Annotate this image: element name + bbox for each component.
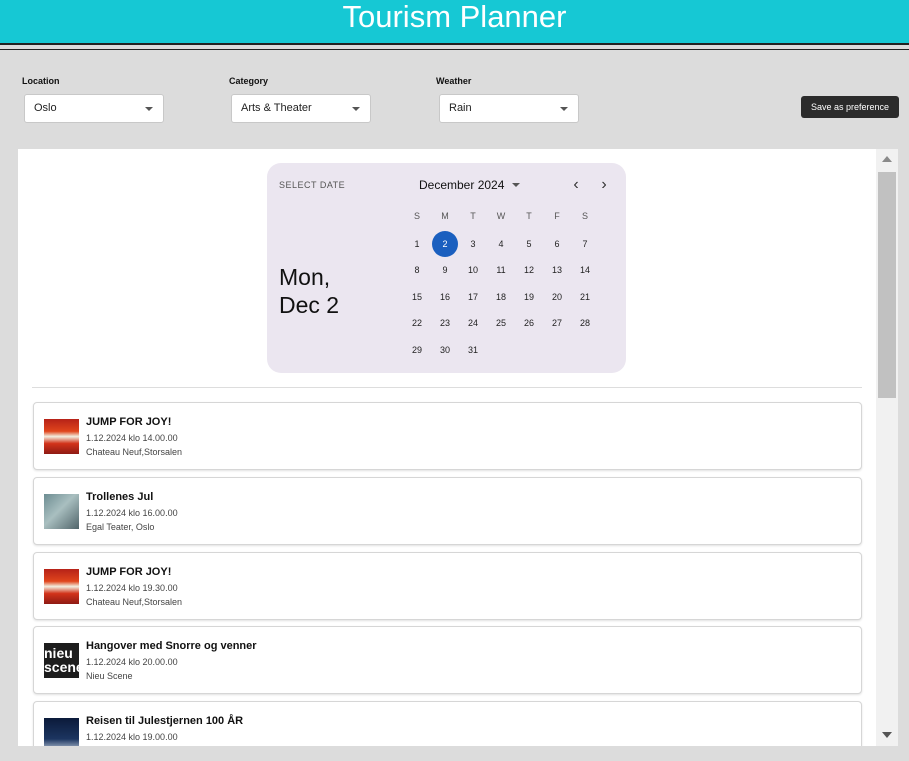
event-title: Reisen til Julestjernen 100 ÅR: [86, 715, 244, 727]
calendar-day[interactable]: 13: [544, 257, 570, 283]
event-title: JUMP FOR JOY!: [86, 566, 172, 578]
calendar-day[interactable]: 29: [404, 337, 430, 363]
calendar-day[interactable]: 1: [404, 231, 430, 257]
event-venue: Chateau Neuf,Storsalen: [86, 447, 183, 457]
weekday-header: T: [470, 211, 476, 221]
calendar-day[interactable]: 30: [432, 337, 458, 363]
next-month-button[interactable]: ›: [596, 176, 612, 194]
event-card[interactable]: JUMP FOR JOY! 1.12.2024 klo 14.00.00 Chate…: [33, 402, 862, 470]
weekday-header: S: [413, 211, 420, 221]
chevron-down-icon: [352, 107, 360, 111]
prev-month-button[interactable]: ‹: [568, 176, 584, 194]
scroll-thumb[interactable]: [878, 172, 896, 398]
selected-month-day: Dec 2: [279, 292, 340, 318]
event-thumbnail: [44, 419, 79, 454]
event-thumbnail: [44, 569, 79, 604]
save-preference-button[interactable]: Save as preference: [801, 96, 899, 118]
calendar-day[interactable]: 6: [544, 231, 570, 257]
event-venue: Nieu Scene: [86, 671, 133, 681]
selected-weekday: Mon,: [279, 264, 331, 290]
calendar-day[interactable]: 20: [544, 284, 570, 310]
calendar-day[interactable]: 23: [432, 310, 458, 336]
chevron-down-icon[interactable]: [512, 183, 520, 187]
event-card[interactable]: Reisen til Julestjernen 100 ÅR 1.12.2024 …: [33, 701, 862, 746]
event-title: Hangover med Snorre og venner: [86, 640, 257, 652]
weather-value: Rain: [449, 102, 472, 114]
scrollbar[interactable]: [876, 149, 898, 746]
scroll-down-arrow-icon[interactable]: [882, 732, 892, 738]
calendar-day[interactable]: 22: [404, 310, 430, 336]
event-venue: Chateau Neuf,Storsalen: [86, 597, 183, 607]
weekday-header: W: [496, 211, 506, 221]
calendar-day[interactable]: 7: [572, 231, 598, 257]
month-year-button[interactable]: December 2024: [419, 178, 504, 192]
calendar-day[interactable]: 8: [404, 257, 430, 283]
event-thumbnail: nieu scene: [44, 643, 79, 678]
calendar-day[interactable]: 12: [516, 257, 542, 283]
calendar-day[interactable]: 11: [488, 257, 514, 283]
event-card[interactable]: nieu scene Hangover med Snorre og venner 1…: [33, 626, 862, 694]
calendar-day[interactable]: 10: [460, 257, 486, 283]
select-date-label: SELECT DATE: [279, 180, 346, 190]
weekday-header: S: [581, 211, 588, 221]
calendar-day[interactable]: 16: [432, 284, 458, 310]
weekday-header: M: [441, 211, 449, 221]
calendar-day[interactable]: 2: [432, 231, 458, 257]
event-thumbnail: [44, 494, 79, 529]
calendar-day[interactable]: 14: [572, 257, 598, 283]
weather-label: Weather: [436, 76, 472, 86]
event-time: 1.12.2024 klo 19.30.00: [86, 583, 178, 593]
chevron-down-icon: [145, 107, 153, 111]
calendar-day[interactable]: 26: [516, 310, 542, 336]
event-time: 1.12.2024 klo 19.00.00: [86, 732, 178, 742]
calendar-day[interactable]: 19: [516, 284, 542, 310]
location-label: Location: [22, 76, 60, 86]
calendar-day[interactable]: 24: [460, 310, 486, 336]
event-time: 1.12.2024 klo 14.00.00: [86, 433, 178, 443]
weekday-header: T: [526, 211, 532, 221]
app-title: Tourism Planner: [342, 0, 567, 34]
calendar-day[interactable]: 31: [460, 337, 486, 363]
calendar-day[interactable]: 28: [572, 310, 598, 336]
calendar-day[interactable]: 27: [544, 310, 570, 336]
category-label: Category: [229, 76, 269, 86]
content-panel: SELECT DATE Mon, Dec 2 December 2024 ‹ ›…: [18, 149, 876, 746]
selected-date-display: Mon, Dec 2: [279, 263, 369, 319]
location-select[interactable]: Oslo: [24, 94, 164, 123]
app-header: Tourism Planner: [0, 0, 909, 45]
event-title: JUMP FOR JOY!: [86, 416, 172, 428]
weekday-header: F: [554, 211, 560, 221]
event-title: Trollenes Jul: [86, 491, 154, 503]
event-thumbnail: [44, 718, 79, 746]
event-card[interactable]: JUMP FOR JOY! 1.12.2024 klo 19.30.00 Chate…: [33, 552, 862, 620]
chevron-down-icon: [560, 107, 568, 111]
event-venue: Egal Teater, Oslo: [86, 522, 155, 532]
event-card[interactable]: Trollenes Jul 1.12.2024 klo 16.00.00 Egal …: [33, 477, 862, 545]
calendar-day[interactable]: 17: [460, 284, 486, 310]
calendar-day[interactable]: 5: [516, 231, 542, 257]
calendar-day[interactable]: 9: [432, 257, 458, 283]
calendar-day[interactable]: 18: [488, 284, 514, 310]
calendar-day[interactable]: 21: [572, 284, 598, 310]
divider: [32, 387, 862, 388]
calendar-day[interactable]: 15: [404, 284, 430, 310]
date-picker: SELECT DATE Mon, Dec 2 December 2024 ‹ ›…: [267, 163, 626, 373]
header-divider: [0, 49, 909, 50]
event-time: 1.12.2024 klo 20.00.00: [86, 657, 178, 667]
scroll-up-arrow-icon[interactable]: [882, 156, 892, 162]
calendar-day[interactable]: 3: [460, 231, 486, 257]
calendar-day[interactable]: 25: [488, 310, 514, 336]
weather-select[interactable]: Rain: [439, 94, 579, 123]
event-time: 1.12.2024 klo 16.00.00: [86, 508, 178, 518]
category-select[interactable]: Arts & Theater: [231, 94, 371, 123]
category-value: Arts & Theater: [241, 102, 312, 114]
calendar-day[interactable]: 4: [488, 231, 514, 257]
location-value: Oslo: [34, 102, 57, 114]
